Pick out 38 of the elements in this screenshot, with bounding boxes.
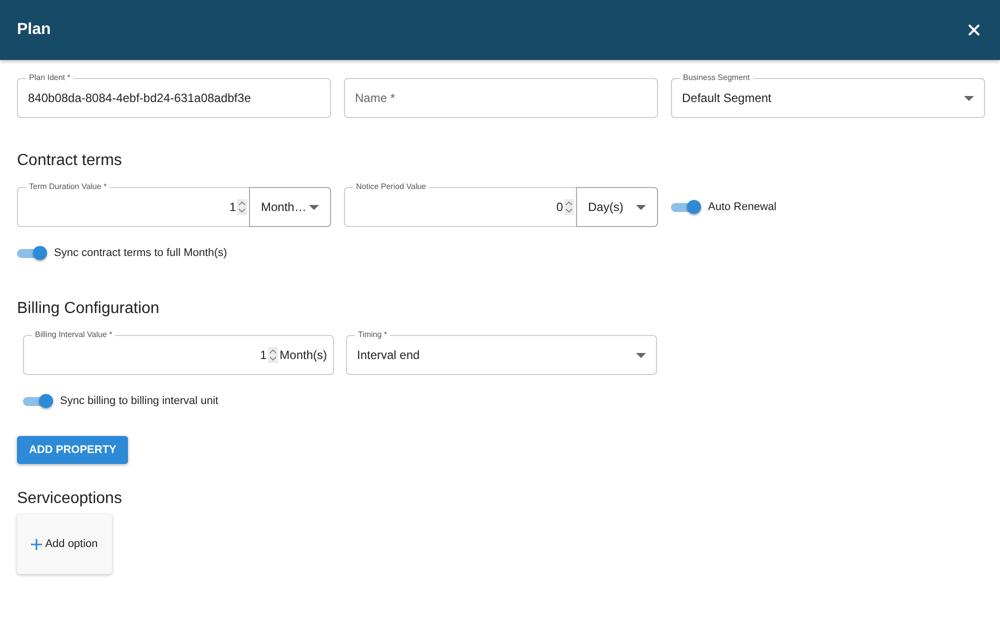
spinner-arrows-icon[interactable] [268, 347, 278, 363]
toggle-switch[interactable] [671, 200, 701, 214]
field-label: Notice Period Value [353, 182, 430, 192]
dropdown-caret-icon [309, 204, 319, 210]
section-heading: Serviceoptions [17, 490, 123, 508]
dropdown-caret-icon [964, 96, 974, 100]
toggle-label: Auto Renewal [708, 201, 776, 213]
section-heading: Billing Configuration [17, 300, 160, 318]
dialog-title: Plan [17, 21, 51, 39]
field-value: 0 [555, 200, 563, 214]
unit-suffix: Month(s) [280, 348, 328, 362]
dropdown-caret-icon [636, 352, 646, 358]
field-value: 1 [258, 348, 267, 362]
toggle-switch[interactable] [17, 246, 47, 260]
add-option-label: Add option [45, 538, 98, 550]
toggle-label: Sync billing to billing interval unit [60, 395, 218, 407]
field-value: 1 [228, 200, 236, 214]
close-icon[interactable] [968, 24, 980, 36]
toggle-label: Sync contract terms to full Month(s) [54, 247, 227, 259]
dropdown-caret-icon [636, 204, 646, 210]
field-label: Timing * [355, 330, 390, 340]
field-label: Billing Interval Value * [32, 330, 116, 340]
toggle-switch[interactable] [23, 394, 53, 408]
unit-select[interactable]: Day(s) [576, 187, 658, 227]
add-property-button[interactable]: ADD PROPERTY [17, 436, 128, 464]
unit-select[interactable]: Month… [249, 187, 331, 227]
add-option-card[interactable]: Add option [17, 514, 112, 574]
spinner-arrows-icon[interactable] [564, 199, 574, 215]
selected-value: Default Segment [682, 91, 772, 105]
field-label: Plan Ident * [26, 73, 74, 83]
field-label: Business Segment [680, 73, 753, 83]
field-label: Term Duration Value * [26, 182, 110, 192]
section-heading: Contract terms [17, 152, 123, 170]
field-value: 840b08da-8084-4ebf-bd24-631a08adbf3e [28, 91, 252, 105]
text-field[interactable]: Name * [344, 78, 658, 118]
plus-icon [31, 538, 42, 550]
selected-value: Interval end [357, 348, 421, 362]
spinner-arrows-icon[interactable] [237, 199, 247, 215]
